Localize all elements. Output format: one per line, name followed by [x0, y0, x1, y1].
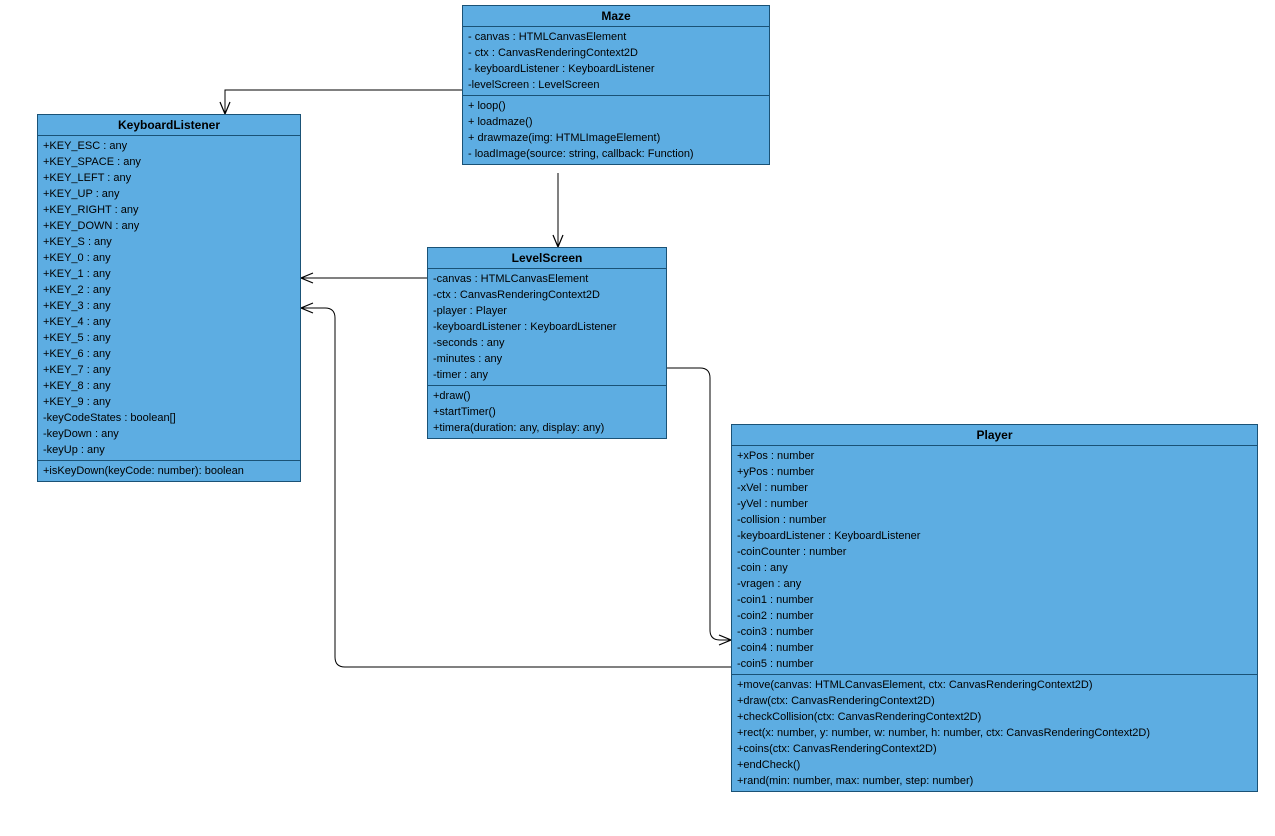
method-row: +coins(ctx: CanvasRenderingContext2D) [737, 741, 1252, 757]
attribute-row: +xPos : number [737, 448, 1252, 464]
attribute-row: -xVel : number [737, 480, 1252, 496]
class-keyboard-listener-attributes: +KEY_ESC : any+KEY_SPACE : any+KEY_LEFT … [38, 136, 300, 461]
attribute-row: -yVel : number [737, 496, 1252, 512]
class-keyboard-listener-title: KeyboardListener [38, 115, 300, 136]
class-player-title: Player [732, 425, 1257, 446]
method-row: +endCheck() [737, 757, 1252, 773]
attribute-row: +KEY_8 : any [43, 378, 295, 394]
attribute-row: +KEY_S : any [43, 234, 295, 250]
attribute-row: -coin1 : number [737, 592, 1252, 608]
attribute-row: - ctx : CanvasRenderingContext2D [468, 45, 764, 61]
attribute-row: +KEY_SPACE : any [43, 154, 295, 170]
attribute-row: -collision : number [737, 512, 1252, 528]
attribute-row: -minutes : any [433, 351, 661, 367]
attribute-row: - keyboardListener : KeyboardListener [468, 61, 764, 77]
attribute-row: +KEY_0 : any [43, 250, 295, 266]
method-row: - loadImage(source: string, callback: Fu… [468, 146, 764, 162]
attribute-row: -keyboardListener : KeyboardListener [433, 319, 661, 335]
method-row: + loadmaze() [468, 114, 764, 130]
attribute-row: -canvas : HTMLCanvasElement [433, 271, 661, 287]
attribute-row: +KEY_LEFT : any [43, 170, 295, 186]
method-row: +draw(ctx: CanvasRenderingContext2D) [737, 693, 1252, 709]
attribute-row: -keyUp : any [43, 442, 295, 458]
attribute-row: +KEY_RIGHT : any [43, 202, 295, 218]
attribute-row: +KEY_2 : any [43, 282, 295, 298]
class-level-screen-attributes: -canvas : HTMLCanvasElement-ctx : Canvas… [428, 269, 666, 386]
class-keyboard-listener[interactable]: KeyboardListener +KEY_ESC : any+KEY_SPAC… [37, 114, 301, 482]
method-row: +startTimer() [433, 404, 661, 420]
attribute-row: +yPos : number [737, 464, 1252, 480]
attribute-row: -keyDown : any [43, 426, 295, 442]
attribute-row: -keyboardListener : KeyboardListener [737, 528, 1252, 544]
method-row: + loop() [468, 98, 764, 114]
class-player-attributes: +xPos : number+yPos : number-xVel : numb… [732, 446, 1257, 675]
attribute-row: -coin5 : number [737, 656, 1252, 672]
method-row: +draw() [433, 388, 661, 404]
method-row: +timera(duration: any, display: any) [433, 420, 661, 436]
class-maze-methods: + loop()+ loadmaze()+ drawmaze(img: HTML… [463, 96, 769, 164]
attribute-row: -coin2 : number [737, 608, 1252, 624]
class-level-screen[interactable]: LevelScreen -canvas : HTMLCanvasElement-… [427, 247, 667, 439]
attribute-row: -timer : any [433, 367, 661, 383]
method-row: +move(canvas: HTMLCanvasElement, ctx: Ca… [737, 677, 1252, 693]
attribute-row: -vragen : any [737, 576, 1252, 592]
class-player[interactable]: Player +xPos : number+yPos : number-xVel… [731, 424, 1258, 792]
class-player-methods: +move(canvas: HTMLCanvasElement, ctx: Ca… [732, 675, 1257, 791]
method-row: +checkCollision(ctx: CanvasRenderingCont… [737, 709, 1252, 725]
class-level-screen-title: LevelScreen [428, 248, 666, 269]
class-maze-attributes: - canvas : HTMLCanvasElement- ctx : Canv… [463, 27, 769, 96]
attribute-row: +KEY_9 : any [43, 394, 295, 410]
attribute-row: +KEY_7 : any [43, 362, 295, 378]
attribute-row: +KEY_UP : any [43, 186, 295, 202]
attribute-row: -coin4 : number [737, 640, 1252, 656]
class-maze[interactable]: Maze - canvas : HTMLCanvasElement- ctx :… [462, 5, 770, 165]
attribute-row: -player : Player [433, 303, 661, 319]
attribute-row: +KEY_3 : any [43, 298, 295, 314]
method-row: + drawmaze(img: HTMLImageElement) [468, 130, 764, 146]
attribute-row: +KEY_DOWN : any [43, 218, 295, 234]
attribute-row: +KEY_4 : any [43, 314, 295, 330]
attribute-row: -levelScreen : LevelScreen [468, 77, 764, 93]
attribute-row: -coinCounter : number [737, 544, 1252, 560]
attribute-row: -seconds : any [433, 335, 661, 351]
attribute-row: - canvas : HTMLCanvasElement [468, 29, 764, 45]
attribute-row: -keyCodeStates : boolean[] [43, 410, 295, 426]
attribute-row: -ctx : CanvasRenderingContext2D [433, 287, 661, 303]
attribute-row: -coin3 : number [737, 624, 1252, 640]
method-row: +rect(x: number, y: number, w: number, h… [737, 725, 1252, 741]
attribute-row: -coin : any [737, 560, 1252, 576]
attribute-row: +KEY_1 : any [43, 266, 295, 282]
attribute-row: +KEY_ESC : any [43, 138, 295, 154]
class-keyboard-listener-methods: +isKeyDown(keyCode: number): boolean [38, 461, 300, 481]
attribute-row: +KEY_5 : any [43, 330, 295, 346]
method-row: +isKeyDown(keyCode: number): boolean [43, 463, 295, 479]
attribute-row: +KEY_6 : any [43, 346, 295, 362]
class-level-screen-methods: +draw()+startTimer()+timera(duration: an… [428, 386, 666, 438]
class-maze-title: Maze [463, 6, 769, 27]
method-row: +rand(min: number, max: number, step: nu… [737, 773, 1252, 789]
